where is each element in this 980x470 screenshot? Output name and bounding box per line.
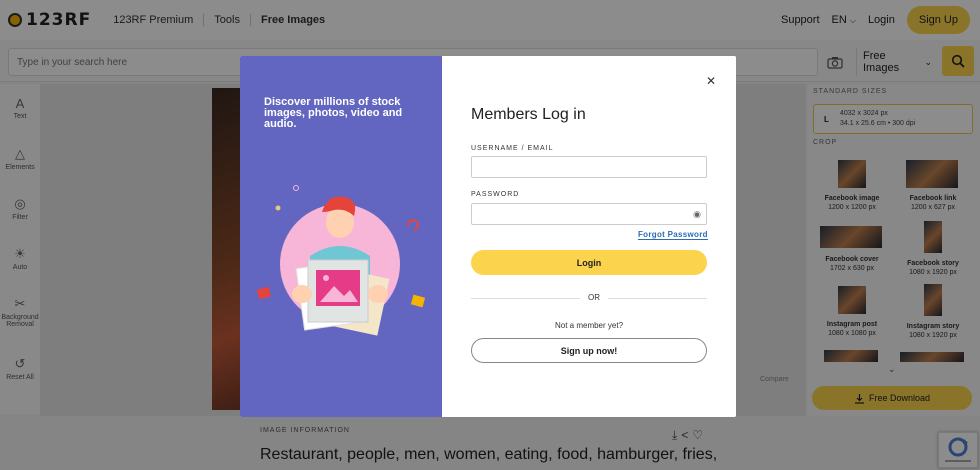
username-input[interactable] [471, 156, 707, 178]
or-separator: OR [580, 293, 608, 302]
eye-icon[interactable]: ◉ [693, 209, 701, 220]
login-button[interactable]: Login [471, 250, 707, 275]
modal-title: Members Log in [471, 106, 586, 123]
username-label: USERNAME / EMAIL [471, 145, 554, 152]
close-icon[interactable]: ✕ [706, 74, 716, 88]
login-modal: Discover millions of stock images, photo… [240, 56, 736, 417]
promo-tagline: Discover millions of stock images, photo… [264, 96, 403, 130]
promo-illustration [256, 185, 426, 336]
forgot-password-link[interactable]: Forgot Password [638, 230, 708, 240]
not-member-text: Not a member yet? [554, 321, 624, 330]
password-label: PASSWORD [471, 191, 520, 198]
modal-promo-panel: Discover millions of stock images, photo… [240, 56, 442, 417]
login-form-panel: ✕ Members Log in USERNAME / EMAIL PASSWO… [442, 56, 736, 417]
signup-now-button[interactable]: Sign up now! [471, 338, 707, 363]
password-input[interactable]: ◉ [471, 203, 707, 225]
